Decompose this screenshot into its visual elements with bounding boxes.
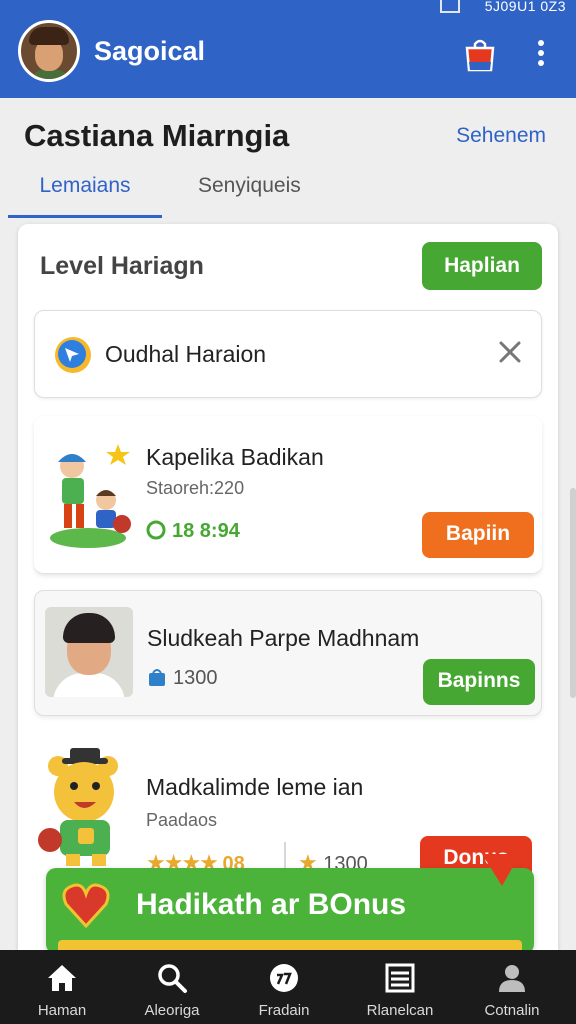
app-bar: Sagoical	[0, 16, 576, 98]
list-item[interactable]: Kapelika Badikan Staoreh:220 18 8:94 Bap…	[34, 416, 542, 574]
profile-icon	[499, 965, 525, 992]
pointer-icon	[55, 337, 91, 373]
page-header: Castiana Miarngia Sehenem Lemaians Senyi…	[0, 98, 576, 220]
item-title: Sludkeah Parpe Madhnam	[147, 625, 420, 651]
scroll-edge[interactable]	[570, 488, 576, 698]
item-meta-value: 18 8:94	[172, 520, 240, 542]
item-subtitle: Paadaos	[146, 810, 218, 830]
item-subtitle: Staoreh:220	[146, 478, 245, 498]
item-title: Madkalimde leme ian	[146, 774, 364, 800]
nav-label: Cotnalin	[484, 1002, 540, 1019]
bapinns-button[interactable]: Bapinns	[423, 659, 535, 705]
search-item-label: Oudhal Haraion	[105, 341, 267, 367]
arrow-pointer-icon	[482, 854, 520, 886]
item-title: Kapelika Badikan	[146, 444, 324, 470]
haplian-button[interactable]: Haplian	[422, 242, 542, 290]
tab-lemaians[interactable]: Lemaians	[8, 174, 162, 218]
nav-item-profile[interactable]: Cotnalin	[462, 950, 562, 1024]
bapiin-button[interactable]: Bapiin	[422, 512, 534, 558]
status-text: 5J09U1 0Z3	[484, 0, 566, 14]
close-icon[interactable]	[497, 339, 523, 365]
item-meta-value: 1300	[173, 667, 218, 689]
banner-text: Hadikath ar BOnus	[136, 888, 407, 921]
nav-item-fradain[interactable]: Fradain	[234, 950, 334, 1024]
profile-photo	[45, 607, 133, 697]
tab-senyiqueis[interactable]: Senyiqueis	[198, 174, 301, 218]
search-item[interactable]: Oudhal Haraion	[34, 310, 542, 398]
more-vertical-icon[interactable]	[534, 40, 548, 72]
item-meta: 18 8:94	[146, 520, 240, 543]
nav-label: Aleoriga	[144, 1002, 200, 1019]
bear-character-icon	[38, 748, 118, 866]
nav-item-search[interactable]: Aleoriga	[122, 950, 222, 1024]
section-title: Level Hariagn	[40, 252, 204, 280]
list-item[interactable]: Sludkeah Parpe Madhnam 1300 Bapinns	[34, 590, 542, 716]
kids-illustration-icon	[50, 444, 131, 548]
heart-icon	[62, 883, 110, 928]
avatar[interactable]	[18, 20, 80, 82]
nav-item-list[interactable]: Rlanelcan	[350, 950, 450, 1024]
bonus-banner[interactable]: Hadikath ar BOnus	[46, 868, 534, 954]
item-meta: 1300	[147, 667, 218, 690]
bottom-nav: Haman Aleoriga Fradain Rlanelcan Cotnali…	[0, 950, 576, 1024]
list-icon	[385, 963, 415, 993]
shopping-bag-icon[interactable]	[463, 36, 497, 72]
nav-label: Fradain	[258, 1002, 310, 1019]
clock-icon	[146, 520, 166, 540]
nav-label: Haman	[37, 1002, 87, 1019]
nav-label: Rlanelcan	[366, 1002, 434, 1019]
header-link[interactable]: Sehenem	[456, 124, 546, 148]
page-title: Castiana Miarngia	[24, 118, 290, 153]
battery-icon	[440, 0, 460, 13]
status-bar: 5J09U1 0Z3	[0, 0, 576, 16]
ball-icon	[270, 964, 298, 992]
home-icon	[48, 965, 76, 991]
app-title: Sagoical	[94, 36, 206, 66]
level-card: Level Hariagn Haplian Oudhal Haraion Kap…	[18, 224, 558, 964]
search-icon	[158, 964, 187, 993]
bag-icon	[149, 669, 165, 686]
nav-item-home[interactable]: Haman	[12, 950, 112, 1024]
